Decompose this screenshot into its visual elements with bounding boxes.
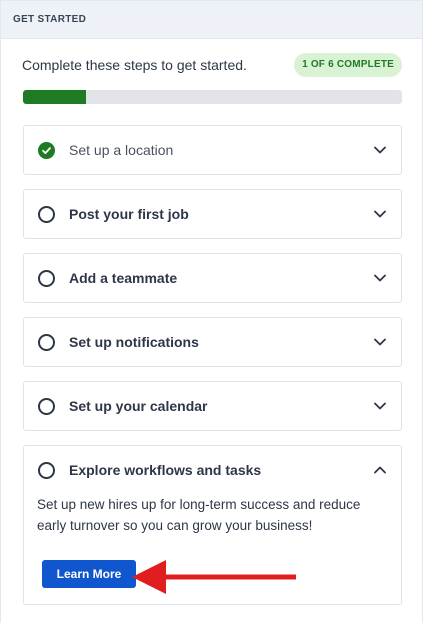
chevron-down-icon[interactable]	[373, 271, 387, 285]
panel-title: GET STARTED	[13, 14, 87, 25]
empty-circle-icon	[38, 461, 55, 479]
check-circle-icon	[38, 141, 55, 159]
intro-text: Complete these steps to get started.	[22, 57, 247, 73]
chevron-up-icon[interactable]	[373, 463, 387, 477]
step-header[interactable]: Set up notifications	[24, 318, 401, 366]
step-label: Set up a location	[69, 142, 174, 158]
empty-circle-icon	[38, 333, 55, 351]
chevron-down-icon[interactable]	[373, 399, 387, 413]
annotation-arrow-icon	[132, 560, 296, 594]
step-label: Set up notifications	[69, 334, 199, 350]
step-description: Set up new hires up for long-term succes…	[37, 497, 361, 533]
progress-badge: 1 OF 6 COMPLETE	[294, 53, 402, 77]
progress-bar	[23, 90, 402, 104]
step-label: Set up your calendar	[69, 398, 208, 414]
step-header[interactable]: Set up your calendar	[24, 382, 401, 430]
progress-bar-fill	[23, 90, 87, 104]
step-set-up-location: Set up a location	[23, 125, 402, 175]
panel-header: GET STARTED	[1, 1, 422, 39]
step-label: Post your first job	[69, 206, 189, 222]
step-set-up-notifications: Set up notifications	[23, 317, 402, 367]
chevron-down-icon[interactable]	[373, 143, 387, 157]
empty-circle-icon	[38, 269, 55, 287]
step-set-up-calendar: Set up your calendar	[23, 381, 402, 431]
step-label: Add a teammate	[69, 270, 178, 286]
step-header[interactable]: Add a teammate	[24, 254, 401, 302]
step-header[interactable]: Set up a location	[24, 126, 401, 174]
step-header[interactable]: Explore workflows and tasks	[24, 446, 401, 494]
step-post-first-job: Post your first job	[23, 189, 402, 239]
chevron-down-icon[interactable]	[373, 207, 387, 221]
chevron-down-icon[interactable]	[373, 335, 387, 349]
empty-circle-icon	[38, 205, 55, 223]
empty-circle-icon	[38, 397, 55, 415]
get-started-panel: GET STARTED Complete these steps to get …	[0, 0, 423, 623]
intro-row: Complete these steps to get started. 1 O…	[22, 53, 402, 77]
step-add-teammate: Add a teammate	[23, 253, 402, 303]
learn-more-button[interactable]: Learn More	[42, 560, 136, 588]
step-header[interactable]: Post your first job	[24, 190, 401, 238]
step-label: Explore workflows and tasks	[69, 462, 262, 478]
